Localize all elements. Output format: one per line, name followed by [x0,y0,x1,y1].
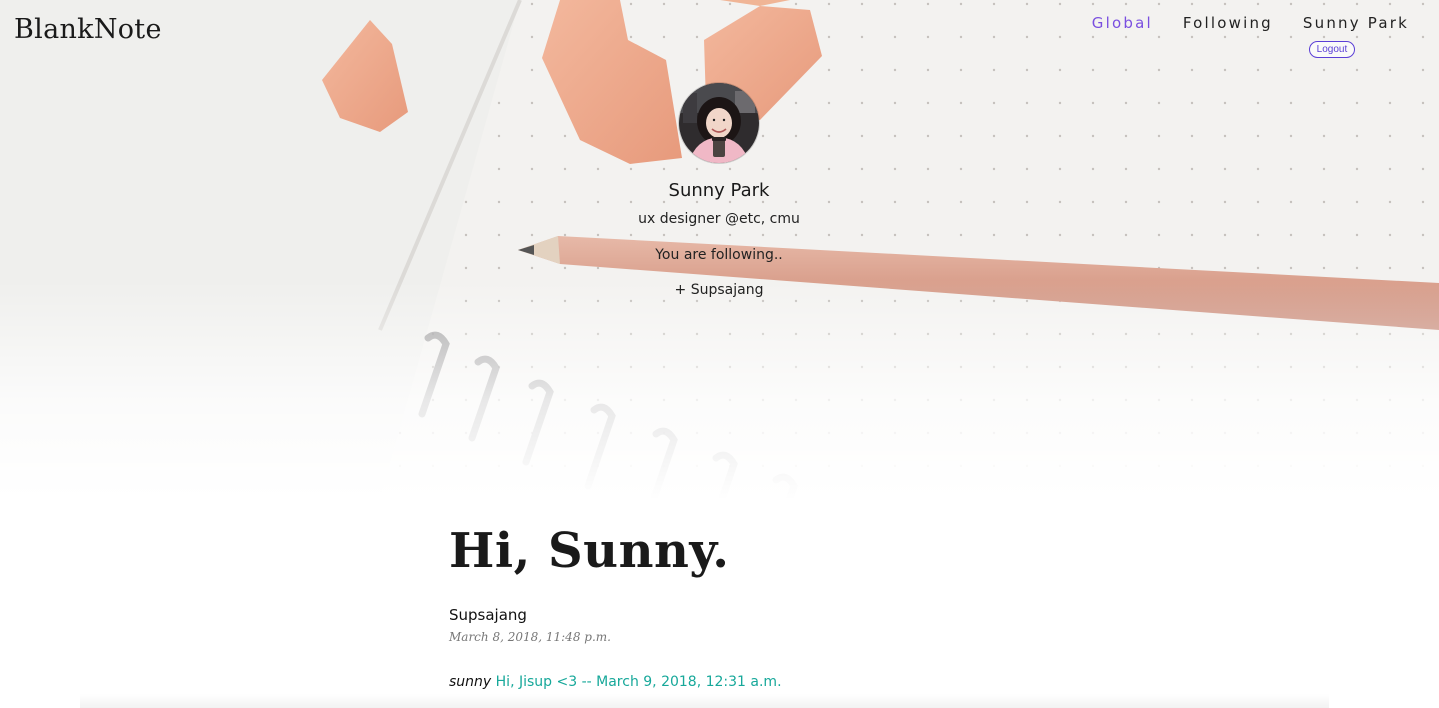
nav-global-link[interactable]: Global [1092,14,1153,32]
avatar-photo [679,83,759,163]
profile-bio: ux designer @etc, cmu [638,211,800,227]
comment-text: Hi, Jisup <3 -- March 9, 2018, 12:31 a.m… [495,674,782,690]
top-nav: Global Following Sunny Park Logout [1062,14,1409,58]
profile-name: Sunny Park [668,180,770,201]
nav-user-link[interactable]: Sunny Park [1303,14,1409,32]
greeting-heading: Hi, Sunny. [449,523,730,579]
post-author[interactable]: Supsajang [449,606,527,624]
profile-card: Sunny Park ux designer @etc, cmu You are… [519,82,919,298]
nav-user-menu: Sunny Park Logout [1303,14,1409,58]
logout-button[interactable]: Logout [1308,41,1356,58]
nav-following-link[interactable]: Following [1183,14,1273,32]
comment-author: sunny [449,674,492,690]
feed: Hi, Sunny. Supsajang March 8, 2018, 11:4… [449,520,1049,690]
following-label: You are following.. [655,247,783,263]
comment: sunny Hi, Jisup <3 -- March 9, 2018, 12:… [449,674,1049,690]
post-date: March 8, 2018, 11:48 p.m. [449,630,611,644]
post: Supsajang March 8, 2018, 11:48 p.m. sunn… [449,582,1049,690]
brand-logo[interactable]: BlankNote [14,14,162,45]
bottom-shadow [80,694,1329,708]
following-item[interactable]: + Supsajang [675,282,764,298]
avatar[interactable] [678,82,760,164]
hero-fade [0,280,1439,500]
